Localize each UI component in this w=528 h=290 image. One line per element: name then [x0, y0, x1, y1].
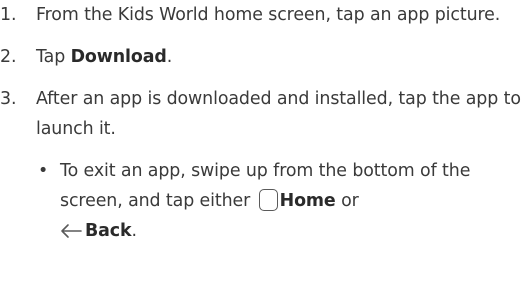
instructions-document: 1. From the Kids World home screen, tap … — [0, 0, 528, 249]
sub-text-middle: or — [335, 191, 359, 211]
step-number: 1. — [0, 5, 17, 25]
step-number: 3. — [0, 89, 17, 109]
step-1: 1. From the Kids World home screen, tap … — [0, 0, 528, 30]
step-3: 3. After an app is downloaded and instal… — [0, 84, 528, 144]
step-text: From the Kids World home screen, tap an … — [36, 5, 501, 25]
sub-bullet-item: • To exit an app, swipe up from the bott… — [0, 156, 528, 249]
sub-text-end: . — [131, 221, 137, 241]
step-2: 2. Tap Download. — [0, 42, 528, 72]
bullet-marker: • — [38, 161, 49, 181]
step-text-suffix: . — [166, 47, 173, 67]
home-square-icon — [258, 189, 278, 211]
home-label: Home — [279, 191, 336, 211]
back-arrow-icon — [60, 219, 82, 249]
step-text: After an app is downloaded and installed… — [36, 89, 521, 139]
step-number: 2. — [0, 47, 17, 67]
download-label: Download — [70, 47, 167, 67]
back-label: Back — [85, 221, 132, 241]
step-text-prefix: Tap — [36, 47, 71, 67]
